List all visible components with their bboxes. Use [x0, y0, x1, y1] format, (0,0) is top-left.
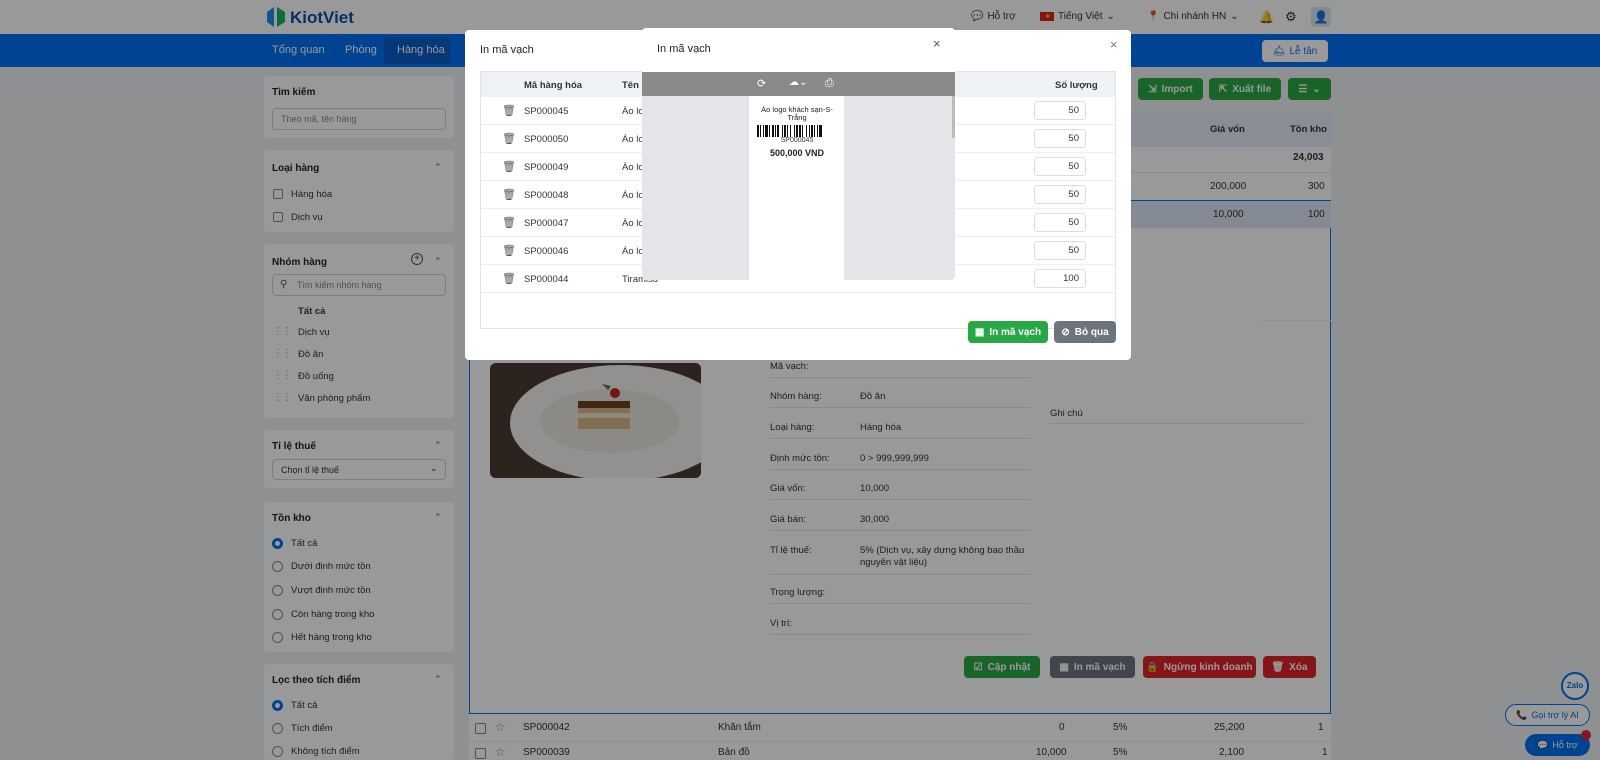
barcode-bar [817, 125, 818, 137]
barcode-bar [769, 125, 770, 137]
row-code: SP000046 [524, 246, 569, 257]
row-code: SP000050 [524, 134, 569, 145]
trash-icon[interactable]: 🗑 [502, 104, 516, 117]
row-code: SP000048 [524, 190, 569, 201]
trash-icon[interactable]: 🗑 [502, 272, 516, 285]
label-price: 500,000 VND [769, 148, 825, 158]
row-code: SP000045 [524, 106, 569, 117]
qty-input[interactable]: 50 [1034, 157, 1086, 176]
trash-icon[interactable]: 🗑 [502, 244, 516, 257]
trash-icon[interactable]: 🗑 [502, 216, 516, 229]
trash-icon[interactable]: 🗑 [502, 188, 516, 201]
barcode-bar [782, 125, 783, 137]
col-qty: Số lượng [1055, 80, 1098, 91]
barcode-bar [814, 125, 815, 137]
barcode-bar [763, 125, 764, 137]
barcode-bar [794, 125, 795, 137]
close-icon[interactable]: × [1110, 37, 1118, 52]
dialog-title: In mã vạch [480, 44, 534, 56]
barcode-bar [775, 125, 776, 137]
barcode-bar [811, 125, 813, 137]
row-name: Áo lo [622, 218, 644, 229]
col-code: Mã hàng hóa [524, 80, 583, 91]
barcode-bar [777, 125, 779, 137]
row-name: Áo lo [622, 190, 644, 201]
barcode-bar [765, 125, 768, 137]
preview-canvas: Áo logo khách sạn-S-Trắng SP000045 500,0… [642, 96, 955, 280]
barcode-bar [787, 125, 788, 137]
qty-input[interactable]: 50 [1034, 241, 1086, 260]
row-code: SP000049 [524, 162, 569, 173]
refresh-icon[interactable]: ⟳ [757, 77, 766, 90]
row-name: Áo lo [622, 162, 644, 173]
barcode-bar [819, 125, 822, 137]
row-name: Áo lo [622, 134, 644, 145]
barcode-bar [790, 125, 791, 137]
print-barcode-button[interactable]: ▦ In mã vạch [968, 321, 1048, 343]
printer-icon[interactable]: ⎙ [825, 77, 834, 90]
barcode-bar [796, 125, 798, 137]
qty-input[interactable]: 50 [1034, 185, 1086, 204]
barcode-icon: ▦ [974, 326, 985, 338]
qty-input[interactable]: 100 [1034, 269, 1086, 288]
barcode-bar [760, 125, 761, 137]
barcode-bar [799, 125, 801, 137]
barcode-graphic [757, 125, 822, 137]
barcode-bar [809, 125, 810, 137]
qty-input[interactable]: 50 [1034, 101, 1086, 120]
barcode-bar [806, 125, 807, 137]
preview-toolbar: ⟳ ☁⌄ ⎙ [642, 72, 955, 96]
row-name: Áo lo [622, 106, 644, 117]
row-name: Áo lo [622, 246, 644, 257]
label-code: SP000045 [780, 137, 814, 144]
qty-input[interactable]: 50 [1034, 213, 1086, 232]
barcode-bar [772, 125, 774, 137]
row-code: SP000047 [524, 218, 569, 229]
barcode-preview-dialog: In mã vạch × ⟳ ☁⌄ ⎙ Áo logo khách sạn-S-… [642, 28, 955, 280]
close-icon[interactable]: × [933, 36, 941, 51]
scrollbar[interactable] [952, 96, 955, 138]
label-name: Áo logo khách sạn-S-Trắng [761, 105, 833, 122]
trash-icon[interactable]: 🗑 [502, 132, 516, 145]
barcode-bar [802, 125, 803, 137]
preview-title: In mã vạch [657, 43, 711, 55]
trash-icon[interactable]: 🗑 [502, 160, 516, 173]
row-code: SP000044 [524, 274, 569, 285]
cancel-circle-icon: ⊘ [1061, 326, 1070, 338]
skip-button[interactable]: ⊘ Bỏ qua [1054, 321, 1116, 343]
cloud-download-icon[interactable]: ☁⌄ [789, 77, 807, 88]
barcode-bar [784, 125, 786, 137]
qty-input[interactable]: 50 [1034, 129, 1086, 148]
barcode-bar [757, 125, 759, 137]
barcode-label: Áo logo khách sạn-S-Trắng SP000045 500,0… [749, 96, 844, 280]
